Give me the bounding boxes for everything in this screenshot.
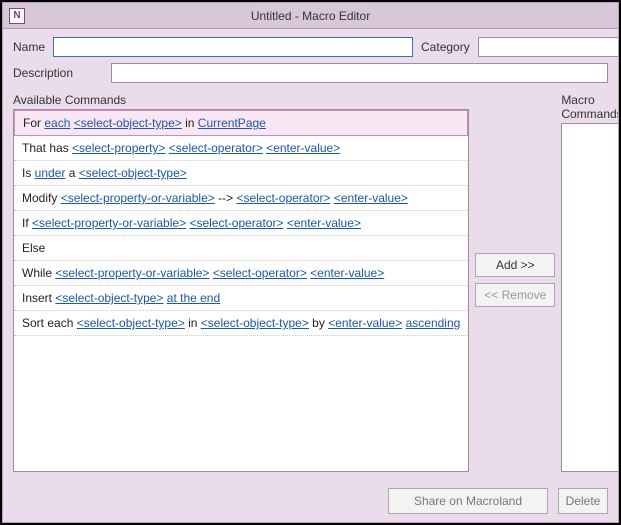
command-text: Is	[22, 166, 35, 180]
command-placeholder-link[interactable]: <select-operator>	[236, 191, 330, 205]
macro-commands-list[interactable]	[561, 123, 618, 472]
content-area: Name Category Description Available Comm…	[3, 29, 618, 482]
macro-commands-column: Macro Commands	[561, 93, 618, 472]
available-commands-list[interactable]: For each <select-object-type> in Current…	[13, 109, 469, 472]
command-text: in	[185, 316, 201, 330]
command-link[interactable]: ascending	[406, 316, 461, 330]
command-row[interactable]: While <select-property-or-variable> <sel…	[14, 261, 468, 286]
command-text: Sort each	[22, 316, 77, 330]
command-row[interactable]: For each <select-object-type> in Current…	[14, 110, 468, 136]
available-commands-column: Available Commands For each <select-obje…	[13, 93, 469, 472]
label-category: Category	[421, 40, 470, 54]
command-placeholder-link[interactable]: <enter-value>	[310, 266, 384, 280]
app-icon: N	[9, 8, 25, 24]
footer: Share on Macroland Delete	[3, 482, 618, 522]
command-row[interactable]: Insert <select-object-type> at the end	[14, 286, 468, 311]
command-text: Modify	[22, 191, 61, 205]
command-link[interactable]: under	[35, 166, 66, 180]
command-link[interactable]: CurrentPage	[198, 116, 266, 130]
command-placeholder-link[interactable]: <select-object-type>	[201, 316, 309, 330]
available-commands-header: Available Commands	[13, 93, 469, 109]
label-name: Name	[13, 40, 45, 54]
command-row[interactable]: Modify <select-property-or-variable> -->…	[14, 186, 468, 211]
command-text: Insert	[22, 291, 55, 305]
delete-button[interactable]: Delete	[558, 488, 608, 514]
command-placeholder-link[interactable]: <select-object-type>	[77, 316, 185, 330]
command-text: While	[22, 266, 55, 280]
command-text: That has	[22, 141, 72, 155]
row-description: Description	[13, 63, 608, 83]
command-link[interactable]: each	[44, 116, 70, 130]
command-row[interactable]: If <select-property-or-variable> <select…	[14, 211, 468, 236]
columns: Available Commands For each <select-obje…	[13, 93, 608, 472]
transfer-buttons-column: Add >> << Remove	[475, 93, 555, 472]
command-text: For	[23, 116, 44, 130]
command-placeholder-link[interactable]: <enter-value>	[328, 316, 402, 330]
command-text: by	[309, 316, 328, 330]
command-placeholder-link[interactable]: <select-operator>	[189, 216, 283, 230]
row-name-category: Name Category	[13, 37, 608, 57]
command-placeholder-link[interactable]: <select-operator>	[213, 266, 307, 280]
category-input[interactable]	[478, 37, 618, 57]
add-button[interactable]: Add >>	[475, 253, 555, 277]
command-placeholder-link[interactable]: <select-property>	[72, 141, 165, 155]
macro-commands-header: Macro Commands	[561, 93, 618, 123]
macro-editor-window: N Untitled - Macro Editor Name Category …	[2, 2, 619, 523]
command-row[interactable]: That has <select-property> <select-opera…	[14, 136, 468, 161]
command-text: in	[182, 116, 198, 130]
label-description: Description	[13, 66, 103, 80]
command-placeholder-link[interactable]: <select-object-type>	[74, 116, 182, 130]
command-row[interactable]: Is under a <select-object-type>	[14, 161, 468, 186]
titlebar: N Untitled - Macro Editor	[3, 3, 618, 29]
command-text: a	[65, 166, 78, 180]
remove-button[interactable]: << Remove	[475, 283, 555, 307]
window-title: Untitled - Macro Editor	[33, 9, 618, 23]
command-placeholder-link[interactable]: <select-object-type>	[79, 166, 187, 180]
command-placeholder-link[interactable]: <select-property-or-variable>	[32, 216, 186, 230]
description-input[interactable]	[111, 63, 608, 83]
command-placeholder-link[interactable]: <select-operator>	[169, 141, 263, 155]
command-text: -->	[215, 191, 237, 205]
command-placeholder-link[interactable]: <select-property-or-variable>	[55, 266, 209, 280]
share-button[interactable]: Share on Macroland	[388, 488, 548, 514]
command-text: If	[22, 216, 32, 230]
command-row[interactable]: Sort each <select-object-type> in <selec…	[14, 311, 468, 336]
command-row[interactable]: Else	[14, 236, 468, 261]
command-placeholder-link[interactable]: <enter-value>	[287, 216, 361, 230]
command-placeholder-link[interactable]: <select-property-or-variable>	[61, 191, 215, 205]
command-placeholder-link[interactable]: <enter-value>	[334, 191, 408, 205]
command-text: Else	[22, 241, 45, 255]
command-placeholder-link[interactable]: <enter-value>	[266, 141, 340, 155]
command-placeholder-link[interactable]: <select-object-type>	[55, 291, 163, 305]
name-input[interactable]	[53, 37, 413, 57]
command-link[interactable]: at the end	[167, 291, 220, 305]
